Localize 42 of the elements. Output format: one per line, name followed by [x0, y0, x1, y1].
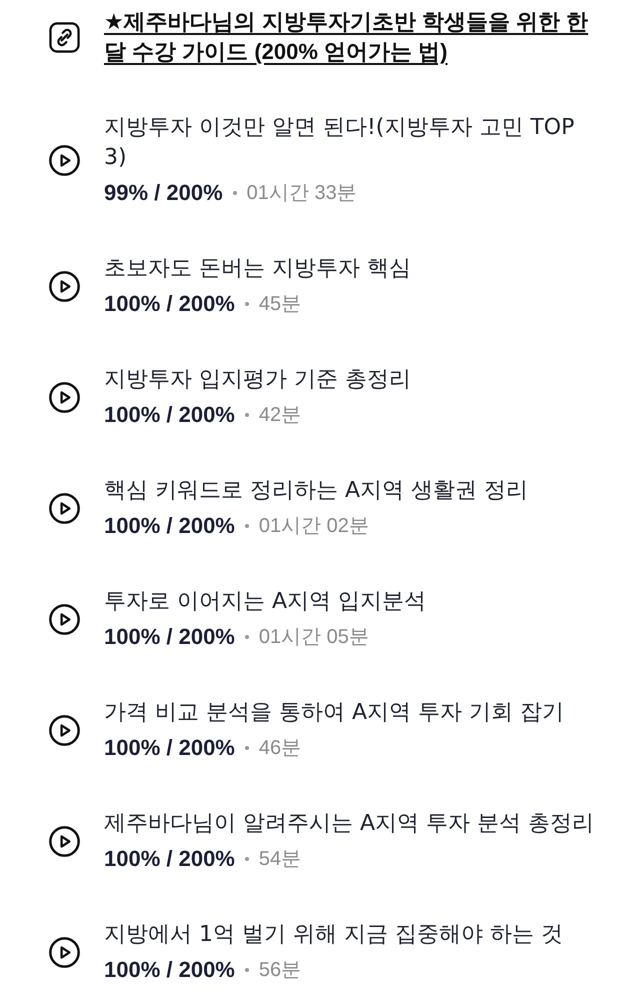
- play-icon[interactable]: [49, 937, 80, 968]
- lesson-title[interactable]: 핵심 키워드로 정리하는 A지역 생활권 정리: [104, 476, 599, 506]
- dot-separator-icon: [244, 524, 249, 528]
- lesson-title[interactable]: 지방투자 입지평가 기준 총정리: [104, 365, 599, 395]
- dot-separator-icon: [244, 968, 249, 972]
- duration-text: 56분: [258, 958, 302, 983]
- play-icon[interactable]: [49, 604, 80, 635]
- lesson-title[interactable]: 초보자도 돈버는 지방투자 핵심: [104, 254, 599, 284]
- duration-text: 45분: [258, 292, 302, 317]
- progress-text: 100% / 200%: [104, 845, 235, 873]
- dot-separator-icon: [232, 191, 237, 195]
- progress-text: 100% / 200%: [104, 290, 235, 318]
- play-icon[interactable]: [49, 715, 80, 746]
- lesson-title[interactable]: 지방에서 1억 벌기 위해 지금 집중해야 하는 것: [104, 920, 599, 950]
- guide-link[interactable]: ★제주바다님의 지방투자기초반 학생들을 위한 한 달 수강 가이드 (200% 얻어가는 법): [104, 7, 599, 67]
- lesson-title[interactable]: 가격 비교 분석을 통하여 A지역 투자 기회 잡기: [104, 698, 599, 728]
- play-icon[interactable]: [49, 826, 80, 857]
- duration-text: 42분: [258, 403, 302, 428]
- lesson-title[interactable]: 투자로 이어지는 A지역 입지분석: [104, 587, 599, 617]
- duration-text: 46분: [258, 736, 302, 761]
- link-icon[interactable]: [49, 22, 80, 52]
- dot-separator-icon: [244, 635, 249, 639]
- duration-text: 01시간 05분: [258, 625, 369, 650]
- dot-separator-icon: [244, 746, 249, 750]
- progress-text: 100% / 200%: [104, 512, 235, 540]
- lesson-title[interactable]: 지방투자 이것만 알면 된다!(지방투자 고민 TOP 3): [104, 113, 599, 173]
- play-icon[interactable]: [49, 382, 80, 413]
- play-icon[interactable]: [49, 493, 80, 524]
- play-icon[interactable]: [49, 271, 80, 302]
- duration-text: 01시간 33분: [246, 181, 357, 206]
- progress-text: 100% / 200%: [104, 623, 235, 651]
- progress-text: 100% / 200%: [104, 956, 235, 984]
- dot-separator-icon: [244, 413, 249, 417]
- play-icon[interactable]: [49, 145, 80, 176]
- progress-text: 100% / 200%: [104, 734, 235, 762]
- dot-separator-icon: [244, 857, 249, 861]
- lesson-title[interactable]: 제주바다님이 알려주시는 A지역 투자 분석 총정리: [104, 809, 599, 839]
- dot-separator-icon: [244, 302, 249, 306]
- progress-text: 100% / 200%: [104, 401, 235, 429]
- duration-text: 01시간 02분: [258, 514, 369, 539]
- progress-text: 99% / 200%: [104, 179, 223, 207]
- duration-text: 54분: [258, 847, 302, 872]
